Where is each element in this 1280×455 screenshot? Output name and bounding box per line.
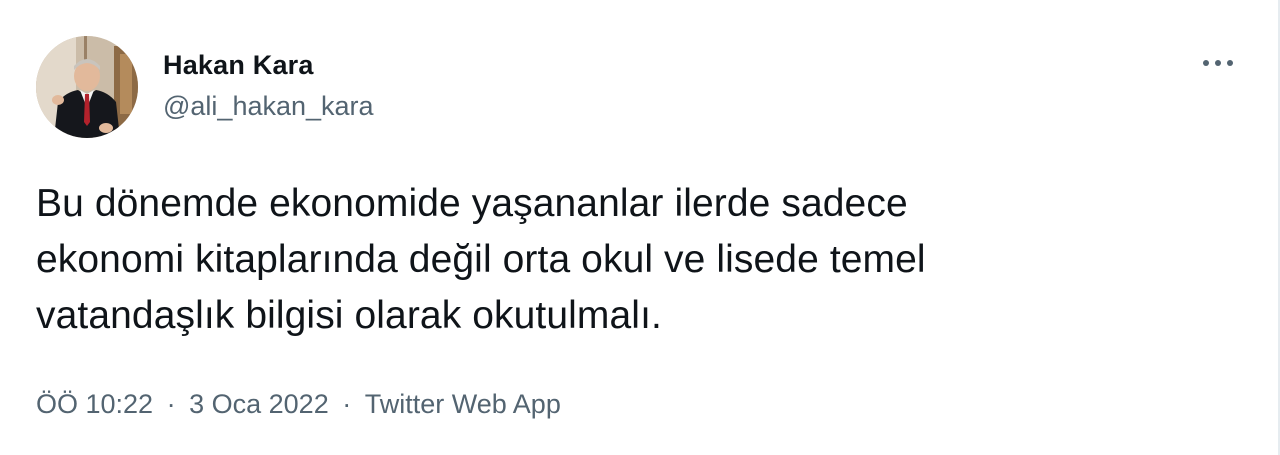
tweet-text: Bu dönemde ekonomide yaşananlar ilerde s…	[36, 176, 1236, 344]
tweet-text-line: ekonomi kitaplarında değil orta okul ve …	[36, 238, 926, 281]
tweet-date[interactable]: 3 Oca 2022	[189, 387, 329, 421]
display-name[interactable]: Hakan Kara	[163, 48, 374, 82]
tweet-meta: ÖÖ 10:22 · 3 Oca 2022 · Twitter Web App	[36, 387, 561, 421]
meta-separator: ·	[166, 389, 176, 419]
tweet-time[interactable]: ÖÖ 10:22	[36, 387, 153, 421]
tweet-text-line: vatandaşlık bilgisi olarak okutulmalı.	[36, 294, 662, 337]
user-block: Hakan Kara @ali_hakan_kara	[163, 48, 374, 123]
meta-separator: ·	[342, 389, 352, 419]
more-options-button[interactable]	[1198, 48, 1238, 78]
avatar[interactable]	[36, 36, 138, 138]
avatar-image	[36, 36, 138, 138]
tweet-header: Hakan Kara @ali_hakan_kara	[36, 36, 1242, 140]
user-handle[interactable]: @ali_hakan_kara	[163, 89, 374, 123]
tweet-source[interactable]: Twitter Web App	[365, 387, 561, 421]
tweet-card: Hakan Kara @ali_hakan_kara Bu dönemde ek…	[0, 0, 1280, 455]
more-horizontal-icon	[1203, 60, 1233, 66]
tweet-text-line: Bu dönemde ekonomide yaşananlar ilerde s…	[36, 182, 908, 225]
